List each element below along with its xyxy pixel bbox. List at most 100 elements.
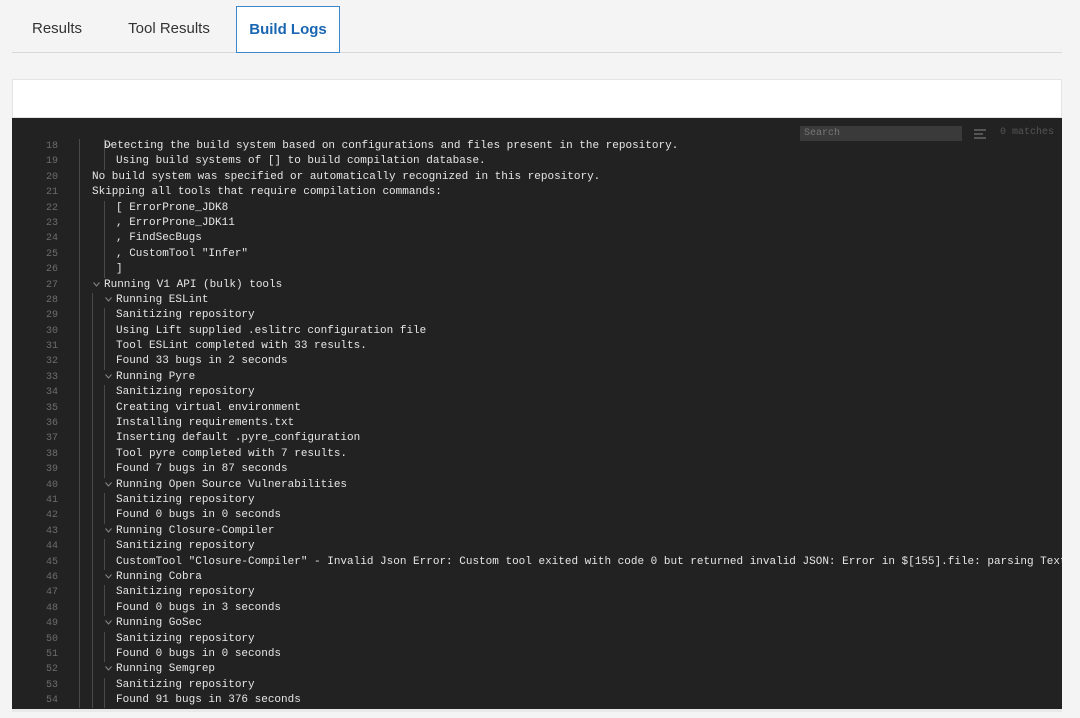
indent-guide: [92, 539, 93, 555]
log-line-text: Inserting default .pyre_configuration: [116, 432, 361, 445]
indent-guide: [104, 323, 105, 340]
log-line-text: Running ESLint: [116, 293, 209, 306]
log-line: 32 Found 33 bugs in 2 seconds: [12, 354, 1062, 370]
log-line-text: Sanitizing repository: [116, 632, 255, 645]
indent-guide: [104, 308, 105, 324]
chevron-down-icon[interactable]: [105, 481, 112, 487]
log-line: 53 Sanitizing repository: [12, 677, 1062, 694]
line-number: 20: [45, 171, 58, 183]
log-line-text: [ ErrorProne_JDK8: [116, 201, 229, 214]
log-line-text: Using build systems of [] to build compi…: [116, 155, 486, 168]
indent-guide: [104, 416, 105, 432]
log-line-text: Running Open Source Vulnerabilities: [116, 478, 348, 491]
log-line: 40 Running Open Source Vulnerabilities: [12, 477, 1062, 493]
indent-guide: [92, 477, 93, 493]
log-line-text: Skipping all tools that require compilat…: [92, 186, 442, 199]
indent-guide: [79, 569, 80, 586]
tab-tool-results[interactable]: Tool Results: [128, 6, 210, 52]
log-line-text: Running GoSec: [116, 617, 202, 630]
indent-guide: [92, 354, 93, 370]
indent-guide: [79, 308, 80, 324]
log-line-text: Sanitizing repository: [116, 386, 255, 399]
indent-guide: [92, 400, 93, 417]
log-line: 21 Skipping all tools that require compil…: [12, 185, 1062, 201]
tab-build-logs[interactable]: Build Logs: [236, 6, 340, 53]
indent-guide: [79, 231, 80, 247]
line-number: 23: [45, 217, 58, 229]
indent-guide: [79, 462, 80, 478]
chevron-down-icon[interactable]: [105, 297, 112, 302]
tab-results[interactable]: Results: [32, 6, 82, 52]
indent-guide: [104, 431, 105, 447]
indent-guide: [79, 262, 80, 278]
line-number: 49: [45, 618, 58, 630]
indent-guide: [104, 339, 105, 355]
line-number: 27: [45, 279, 58, 291]
indent-guide: [79, 185, 80, 201]
log-line-text: , ErrorProne_JDK11: [116, 216, 235, 229]
chevron-down-icon[interactable]: [105, 527, 112, 533]
log-line: 24 , FindSecBugs: [12, 231, 1062, 247]
indent-guide: [79, 339, 80, 355]
indent-guide: [104, 539, 105, 555]
indent-guide: [79, 539, 80, 555]
chevron-down-icon[interactable]: [105, 620, 112, 625]
log-line: 36 Installing requirements.txt: [12, 416, 1062, 432]
log-line-text: Creating virtual environment: [116, 401, 301, 414]
indent-guide: [79, 554, 80, 570]
log-line: 33 Running Pyre: [12, 369, 1062, 386]
log-line-text: Found 33 bugs in 2 seconds: [116, 355, 288, 368]
indent-guide: [79, 662, 80, 678]
log-line: 48 Found 0 bugs in 3 seconds: [12, 600, 1062, 617]
indent-guide: [79, 416, 80, 432]
log-line-text: Sanitizing repository: [116, 586, 255, 599]
chevron-down-icon[interactable]: [105, 574, 112, 579]
log-line-text: Using Lift supplied .eslitrc configurati…: [116, 324, 427, 337]
indent-guide: [92, 308, 93, 324]
indent-guide: [79, 369, 80, 386]
log-line-text: Found 0 bugs in 0 seconds: [116, 647, 282, 660]
log-line-text: Found 91 bugs in 376 seconds: [116, 694, 301, 707]
log-line: 37 Inserting default .pyre_configuration: [12, 431, 1062, 447]
log-line: 47 Sanitizing repository: [12, 585, 1062, 601]
log-line-text: Found 7 bugs in 87 seconds: [116, 463, 288, 476]
line-number: 37: [45, 433, 58, 445]
log-bottom-edge: [12, 709, 1062, 712]
indent-guide: [79, 646, 80, 663]
indent-guide: [104, 154, 105, 170]
indent-guide: [104, 262, 105, 278]
indent-guide: [92, 385, 93, 401]
indent-guide: [79, 246, 80, 263]
line-number: 51: [45, 648, 58, 660]
indent-guide: [79, 508, 80, 524]
line-number: 41: [45, 494, 58, 506]
indent-guide: [92, 369, 93, 386]
chevron-down-icon[interactable]: [105, 374, 112, 379]
build-log-viewer[interactable]: 0 matches 18 Detecting the build system b…: [12, 118, 1062, 710]
indent-guide: [79, 631, 80, 647]
indent-guide: [104, 446, 105, 463]
log-line: 29 Sanitizing repository: [12, 308, 1062, 324]
log-header-panel: [12, 79, 1062, 118]
log-line-text: No build system was specified or automat…: [92, 170, 601, 183]
log-line: 31 Tool ESLint completed with 33 results.: [12, 339, 1062, 355]
chevron-down-icon[interactable]: [93, 281, 100, 287]
log-line: 38 Tool pyre completed with 7 results.: [12, 446, 1062, 463]
log-line: 30 Using Lift supplied .eslitrc configura…: [12, 323, 1062, 340]
indent-guide: [79, 616, 80, 632]
indent-guide: [79, 431, 80, 447]
indent-guide: [79, 385, 80, 401]
log-line: 41 Sanitizing repository: [12, 492, 1062, 509]
indent-guide: [92, 569, 93, 586]
line-number: 21: [45, 187, 58, 199]
line-number: 50: [45, 633, 58, 645]
log-line: 25 , CustomTool "Infer": [12, 246, 1062, 263]
line-number: 29: [45, 310, 58, 322]
log-line-text: , FindSecBugs: [116, 232, 202, 245]
indent-guide: [104, 385, 105, 401]
log-line-text: Running Cobra: [116, 570, 202, 583]
line-number: 48: [45, 602, 58, 614]
chevron-down-icon[interactable]: [105, 666, 112, 672]
log-line: 44 Sanitizing repository: [12, 539, 1062, 555]
indent-guide: [104, 246, 105, 263]
